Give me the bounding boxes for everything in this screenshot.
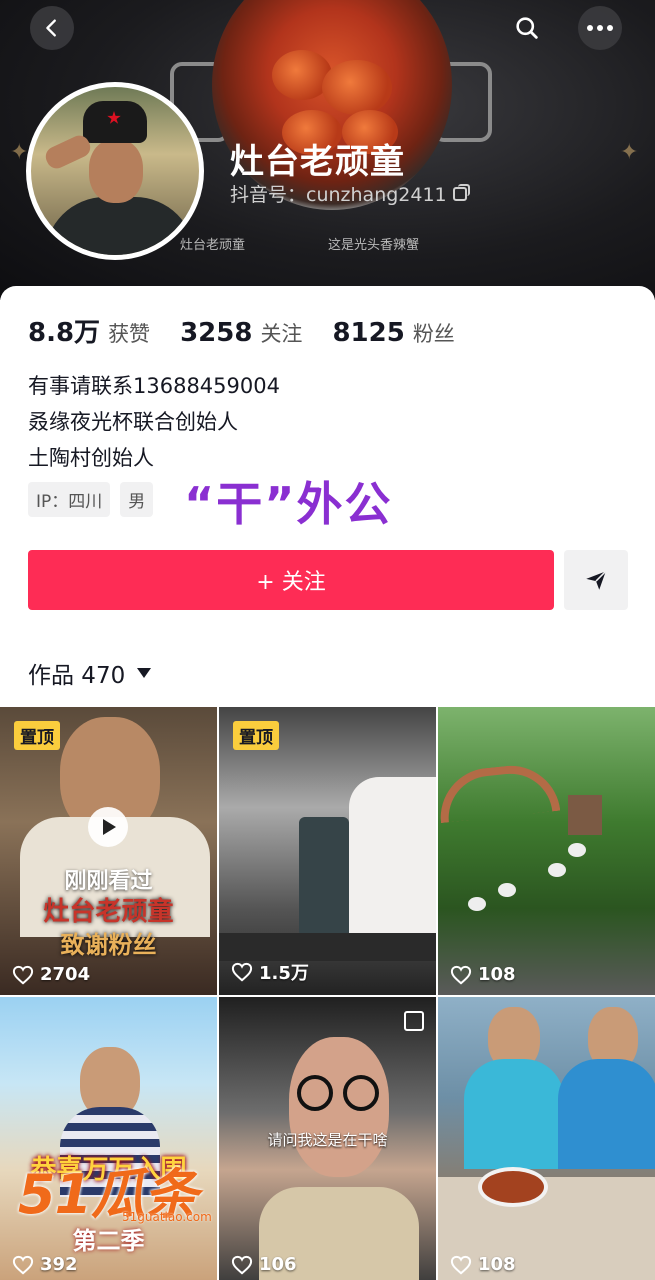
heart-icon [450,1255,472,1274]
profile-name: 灶台老顽童 [230,142,405,182]
stat-value: 8125 [332,318,405,348]
like-count: 106 [231,1254,297,1275]
like-count-text: 106 [259,1254,297,1275]
follow-button-label: + 关注 [256,570,326,595]
follow-button[interactable]: + 关注 [28,550,554,610]
stat-label: 获赞 [108,322,151,346]
copy-icon[interactable] [452,183,470,201]
douyin-id-row[interactable]: 抖音号：cunzhang2411 [230,180,470,207]
video-subtitle: 请问我这是在干啥 [267,1131,388,1149]
play-icon [88,807,128,847]
cover-ornament-right: ✦ [620,140,639,165]
like-count-text: 108 [478,1254,516,1275]
watermark: 51瓜条 51guatiao.com [18,1150,212,1229]
like-count: 1.5万 [231,959,309,985]
gender-tag: 男 [120,482,154,517]
ip-location-tag: IP：四川 [28,482,111,517]
heart-icon [231,1255,253,1274]
stat-followers[interactable]: 8125 粉丝 [332,318,454,348]
profile-bio: 有事请联系13688459004 叒缘夜光杯联合创始人 土陶村创始人 [28,368,280,476]
caret-down-icon [137,668,152,678]
more-button[interactable] [578,6,622,50]
heart-icon [12,1255,34,1274]
overlay-title: “干”外公 [184,477,393,531]
video-tile[interactable]: 108 [438,707,655,995]
stat-value: 3258 [180,318,253,348]
like-count-text: 2704 [40,964,91,985]
like-count: 108 [450,1254,516,1275]
stat-following[interactable]: 3258 关注 [180,318,302,348]
heart-icon [450,965,472,984]
bio-line: 叒缘夜光杯联合创始人 [28,410,238,434]
search-icon [516,17,538,39]
bio-line: 有事请联系13688459004 [28,374,280,398]
thumbnail-text: 致谢粉丝 [60,930,157,959]
stat-likes[interactable]: 8.8万 获赞 [28,312,150,349]
share-button[interactable] [564,550,628,610]
back-button[interactable] [30,6,74,50]
thumbnail-text: 灶台老顽童 [43,897,174,927]
chevron-left-icon [46,19,56,37]
like-count: 2704 [12,964,90,985]
video-tile[interactable]: 请问我这是在干啥 106 [219,997,436,1280]
heart-icon [12,965,34,984]
profile-tags: IP：四川 男 [28,482,154,517]
stats-row: 8.8万 获赞 3258 关注 8125 粉丝 [28,312,485,349]
like-count-text: 108 [478,964,516,985]
stat-value: 8.8万 [28,318,101,348]
works-count-label: 作品 470 [28,663,126,689]
video-tile[interactable]: 置顶 刚刚看过 灶台老顽童 致谢粉丝 2704 [0,707,217,995]
more-horizontal-icon [587,25,613,31]
video-tile[interactable]: 108 [438,997,655,1280]
heart-icon [231,962,253,982]
multi-photo-icon [404,1011,424,1031]
send-icon [586,570,607,590]
video-tile[interactable]: 恭喜万万入围 第二季 392 [0,997,217,1280]
cover-caption-right: 这是光头香辣蟹 [328,238,420,253]
stat-label: 粉丝 [412,322,455,346]
like-count: 392 [12,1254,78,1275]
stat-label: 关注 [260,322,303,346]
video-tile[interactable]: 置顶 1.5万 [219,707,436,995]
like-count-text: 1.5万 [259,963,309,984]
pinned-badge: 置顶 [233,721,279,750]
like-count-text: 392 [40,1254,78,1275]
avatar[interactable] [26,82,204,260]
pinned-badge: 置顶 [14,721,60,750]
watermark-url: 51guatiao.com [122,1210,212,1224]
search-button[interactable] [505,6,549,50]
works-filter[interactable]: 作品 470 [28,656,152,690]
douyin-id: 抖音号：cunzhang2411 [230,184,447,206]
like-count: 108 [450,964,516,985]
